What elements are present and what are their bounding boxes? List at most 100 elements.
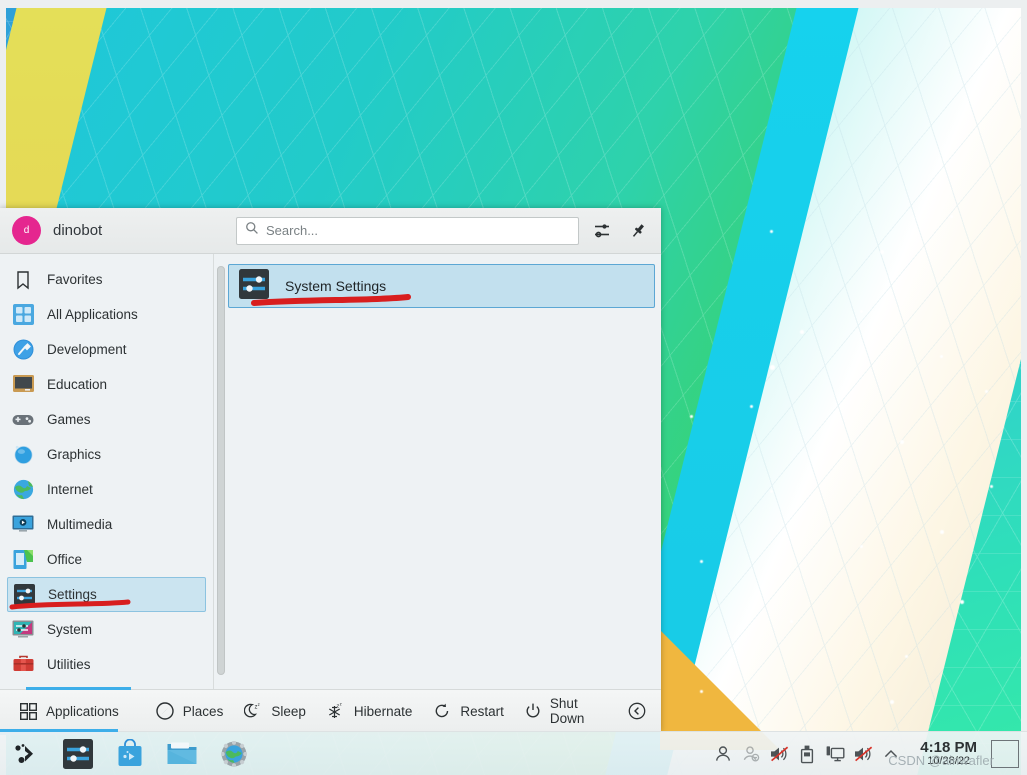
file-manager-launcher[interactable] xyxy=(156,732,208,775)
sidebar-item-multimedia[interactable]: Multimedia xyxy=(0,507,213,542)
sidebar-item-favorites[interactable]: Favorites xyxy=(0,262,213,297)
person-icon[interactable] xyxy=(710,741,736,767)
sidebar-item-label: Utilities xyxy=(47,657,91,672)
search-section: Search... xyxy=(230,216,661,245)
tab-label: Applications xyxy=(46,703,119,719)
sidebar-item-label: Education xyxy=(47,377,108,392)
tab-applications[interactable]: Applications xyxy=(8,687,131,732)
power-sleep-button[interactable]: z z Sleep xyxy=(233,690,316,732)
wallpaper-star xyxy=(800,330,804,334)
sidebar-item-label: Games xyxy=(47,412,91,427)
result-item-system-settings[interactable]: System Settings xyxy=(228,264,655,308)
web-browser-launcher[interactable] xyxy=(208,732,260,775)
sidebar-item-label: All Applications xyxy=(47,307,138,322)
software-center-launcher[interactable] xyxy=(104,732,156,775)
svg-text:z: z xyxy=(258,702,260,707)
svg-text:z: z xyxy=(339,702,341,707)
sidebar-item-label: Multimedia xyxy=(47,517,113,532)
wallpaper-star xyxy=(700,690,703,693)
sidebar-item-education[interactable]: Education xyxy=(0,367,213,402)
sidebar-item-development[interactable]: Development xyxy=(0,332,213,367)
sidebar-item-label: Settings xyxy=(48,587,97,602)
wallpaper-star xyxy=(985,390,988,393)
digital-clock[interactable]: 4:18 PM 10/28/22 CSDN @ainwafler xyxy=(888,740,994,767)
application-launcher-button[interactable] xyxy=(0,732,52,775)
configure-button[interactable] xyxy=(589,218,615,244)
globe-icon xyxy=(12,479,34,501)
display-icon[interactable] xyxy=(822,741,848,767)
blackboard-icon xyxy=(12,374,34,396)
user-section[interactable]: d dinobot xyxy=(0,216,230,245)
microphone-muted-icon[interactable] xyxy=(850,741,876,767)
document-icon xyxy=(12,549,34,571)
wallpaper-star xyxy=(690,415,693,418)
sidebar-item-utilities[interactable]: Utilities xyxy=(0,647,213,682)
refresh-icon xyxy=(432,701,452,721)
usb-drive-icon[interactable] xyxy=(794,741,820,767)
show-desktop-button[interactable] xyxy=(991,739,1019,768)
wallpaper-star xyxy=(790,620,793,623)
menu-results-panel: System Settings xyxy=(213,254,661,689)
wallpaper-star xyxy=(820,450,823,453)
grid-small-icon xyxy=(18,701,38,721)
sidebar-item-internet[interactable]: Internet xyxy=(0,472,213,507)
snowflake-zzz-icon: z z xyxy=(326,701,346,721)
power-restart-button[interactable]: Restart xyxy=(422,690,514,732)
wallpaper-star xyxy=(940,530,944,534)
sidebar-item-system[interactable]: System xyxy=(0,612,213,647)
monitor-play-icon xyxy=(12,514,34,536)
grid-apps-icon xyxy=(12,304,34,326)
wallpaper-star xyxy=(940,355,943,358)
sidebar-item-office[interactable]: Office xyxy=(0,542,213,577)
sidebar-item-label: Favorites xyxy=(47,272,103,287)
collapse-button[interactable] xyxy=(617,690,661,732)
search-icon xyxy=(245,221,259,240)
wallpaper-star xyxy=(700,560,703,563)
system-settings-icon xyxy=(239,268,269,304)
wallpaper-star xyxy=(770,490,773,493)
watermark: CSDN @ainwafler xyxy=(888,752,994,768)
tab-label: Places xyxy=(182,703,224,719)
bookmark-icon xyxy=(12,269,34,291)
power-label: Hibernate xyxy=(353,703,413,719)
wallpaper-star xyxy=(905,655,908,658)
toolbox-icon xyxy=(12,654,34,676)
power-shutdown-button[interactable]: Shut Down xyxy=(514,690,617,732)
moon-zzz-icon: z z xyxy=(243,701,263,721)
system-tray xyxy=(710,741,910,767)
wallpaper-star xyxy=(960,600,964,604)
avatar[interactable]: d xyxy=(12,216,41,245)
active-tab-indicator xyxy=(26,687,131,690)
person-minus-icon[interactable] xyxy=(738,741,764,767)
panel-accent-bar xyxy=(0,729,118,732)
system-settings-launcher[interactable] xyxy=(52,732,104,775)
audio-muted-icon[interactable] xyxy=(766,741,792,767)
menu-header: d dinobot Search... xyxy=(0,208,661,254)
power-hibernate-button[interactable]: z z Hibernate xyxy=(316,690,423,732)
sidebar-item-label: Office xyxy=(47,552,83,567)
sidebar-item-all-applications[interactable]: All Applications xyxy=(0,297,213,332)
screen-frame-right xyxy=(1021,0,1027,775)
sidebar-item-graphics[interactable]: Graphics xyxy=(0,437,213,472)
search-input[interactable]: Search... xyxy=(236,216,579,245)
sidebar-item-label: Internet xyxy=(47,482,93,497)
screen-frame-top xyxy=(0,0,1027,8)
menu-sidebar: Favorites All Applications Development E… xyxy=(0,254,213,689)
menu-footer: Applications Places z z Sleep z z Hibern… xyxy=(0,687,661,735)
gamepad-icon xyxy=(12,409,34,431)
wallpaper-star xyxy=(860,545,863,548)
power-label: Sleep xyxy=(271,703,306,719)
wallpaper-star xyxy=(860,310,863,313)
tab-places[interactable]: Places xyxy=(145,690,234,732)
power-icon xyxy=(524,701,542,721)
sidebar-item-settings[interactable]: Settings xyxy=(7,577,206,612)
username-label: dinobot xyxy=(53,222,103,239)
pin-button[interactable] xyxy=(625,218,651,244)
sidebar-item-games[interactable]: Games xyxy=(0,402,213,437)
power-label: Restart xyxy=(460,703,504,719)
wallpaper-star xyxy=(890,700,894,704)
sphere-icon xyxy=(12,444,34,466)
application-launcher-menu[interactable]: d dinobot Search... Favorites All Applic… xyxy=(0,208,661,735)
sliders-dark-icon xyxy=(13,584,35,606)
sidebar-item-label: Graphics xyxy=(47,447,102,462)
